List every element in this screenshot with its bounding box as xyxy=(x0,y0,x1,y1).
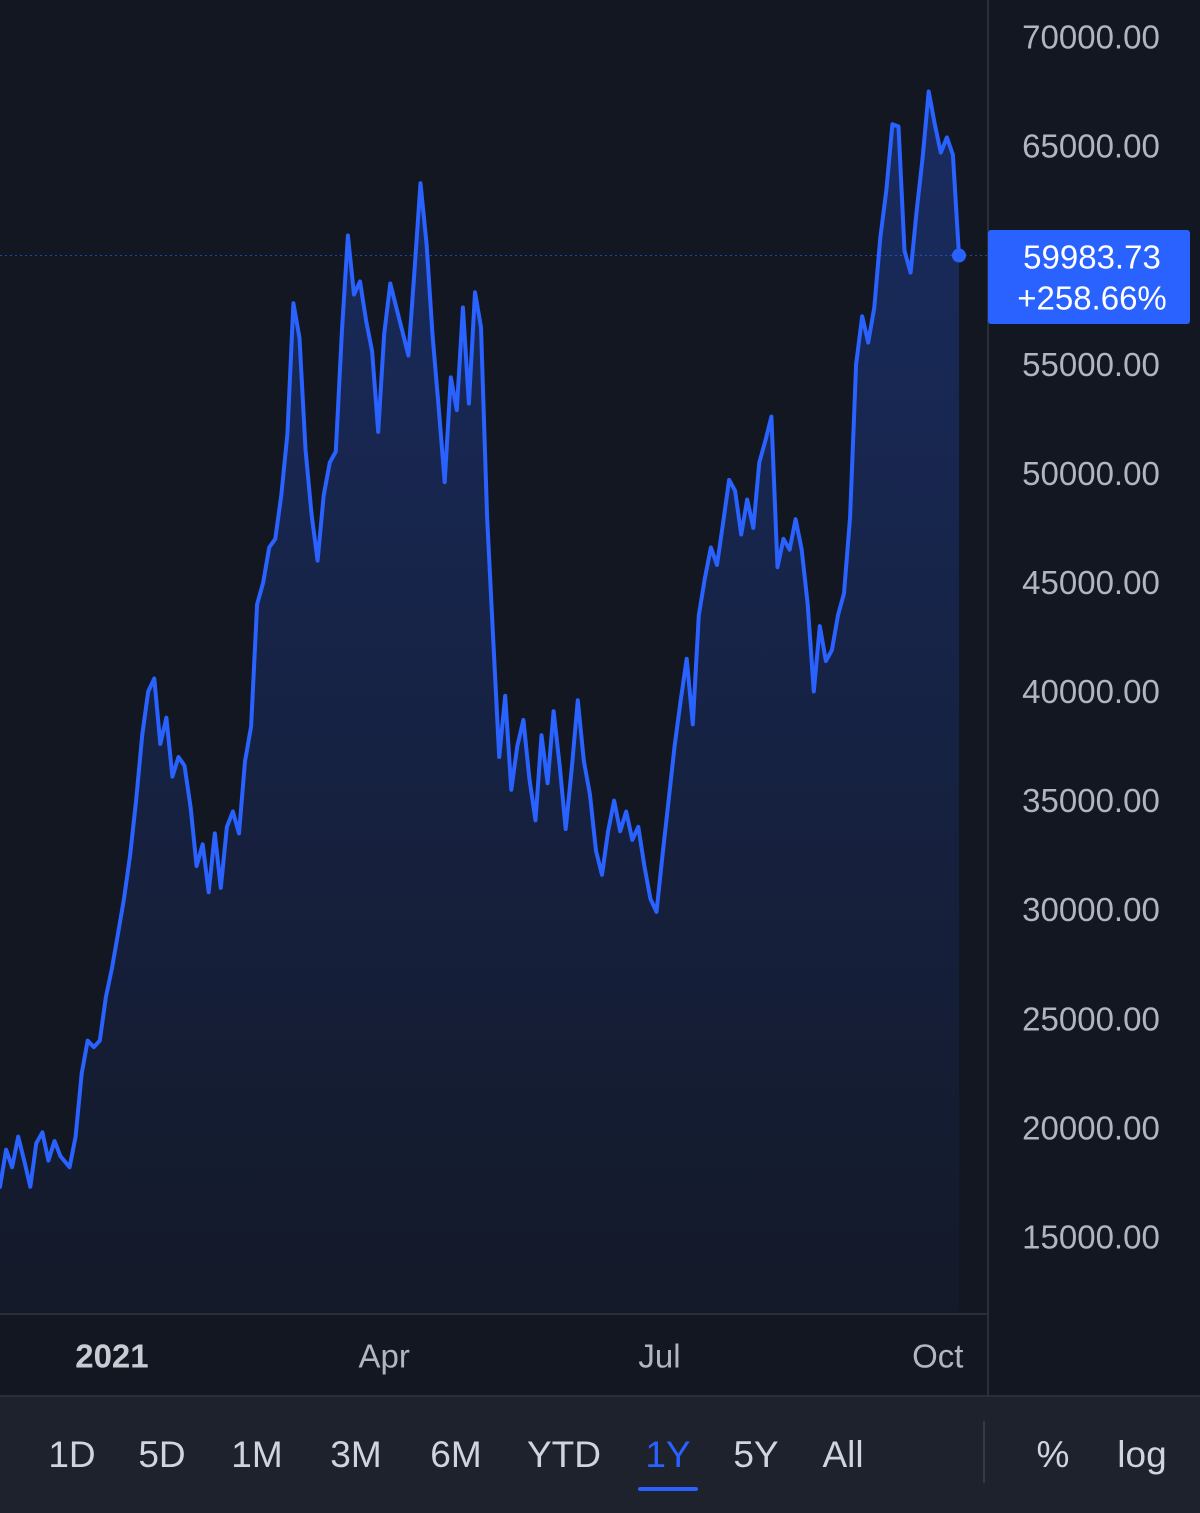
y-tick-label: 20000.00 xyxy=(1022,1109,1160,1146)
x-tick-label: Apr xyxy=(359,1338,410,1375)
range-button-all[interactable]: All xyxy=(813,1397,873,1513)
x-tick-label: 2021 xyxy=(75,1338,148,1375)
range-button-1y[interactable]: 1Y xyxy=(638,1397,698,1513)
range-button-label: 1Y xyxy=(645,1434,691,1475)
y-tick-label: 25000.00 xyxy=(1022,1000,1160,1037)
y-tick-label: 55000.00 xyxy=(1022,346,1160,383)
range-button-label: 6M xyxy=(430,1434,482,1475)
range-button-ytd[interactable]: YTD xyxy=(519,1397,609,1513)
toolbar-divider xyxy=(983,1421,985,1483)
x-tick-label: Jul xyxy=(638,1338,680,1375)
range-button-label: 5Y xyxy=(733,1434,779,1475)
percent-scale-button[interactable]: % xyxy=(1030,1397,1076,1513)
chart-canvas[interactable]: 70000.0065000.0060000.0055000.0050000.00… xyxy=(0,0,1200,1395)
range-toolbar: 1D 5D 1M 3M 6M YTD 1Y 5Y All % log xyxy=(0,1395,1200,1513)
y-tick-label: 50000.00 xyxy=(1022,455,1160,492)
price-area-fill xyxy=(0,91,959,1314)
x-tick-label: Oct xyxy=(912,1338,963,1375)
range-button-label: 1D xyxy=(48,1434,96,1475)
y-tick-label: 15000.00 xyxy=(1022,1219,1160,1256)
range-button-label: YTD xyxy=(527,1434,601,1475)
price-chart[interactable]: 70000.0065000.0060000.0055000.0050000.00… xyxy=(0,0,1200,1513)
last-price-badge: 59983.73 +258.66% xyxy=(988,230,1190,324)
range-button-label: 1M xyxy=(231,1434,283,1475)
range-button-6m[interactable]: 6M xyxy=(421,1397,491,1513)
range-button-5y[interactable]: 5Y xyxy=(726,1397,786,1513)
y-tick-label: 45000.00 xyxy=(1022,564,1160,601)
y-tick-label: 40000.00 xyxy=(1022,673,1160,710)
range-button-label: 5D xyxy=(138,1434,186,1475)
log-scale-button[interactable]: log xyxy=(1110,1397,1174,1513)
y-tick-label: 65000.00 xyxy=(1022,128,1160,165)
range-button-label: 3M xyxy=(330,1434,382,1475)
last-price-marker xyxy=(952,248,966,263)
last-price-value: 59983.73 xyxy=(1023,239,1161,276)
active-range-underline xyxy=(638,1487,698,1491)
y-tick-label: 30000.00 xyxy=(1022,891,1160,928)
price-axis[interactable]: 70000.0065000.0060000.0055000.0050000.00… xyxy=(1022,19,1160,1256)
time-axis[interactable]: 2021 Apr Jul Oct xyxy=(75,1338,963,1375)
last-price-change: +258.66% xyxy=(1017,280,1167,317)
range-button-3m[interactable]: 3M xyxy=(321,1397,391,1513)
range-button-1d[interactable]: 1D xyxy=(42,1397,102,1513)
y-tick-label: 70000.00 xyxy=(1022,19,1160,56)
y-tick-label: 35000.00 xyxy=(1022,782,1160,819)
range-button-5d[interactable]: 5D xyxy=(132,1397,192,1513)
range-button-1m[interactable]: 1M xyxy=(222,1397,292,1513)
range-button-label: All xyxy=(822,1434,864,1475)
